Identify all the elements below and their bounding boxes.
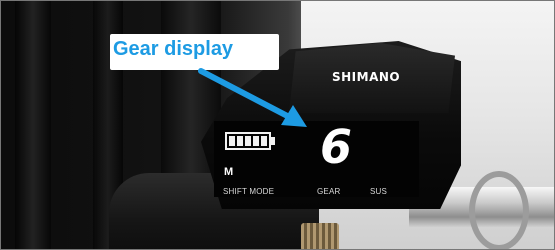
- battery-icon: [225, 132, 271, 150]
- handlebar-frame-left: [15, 1, 51, 249]
- gear-label: GEAR: [317, 187, 341, 196]
- shift-mode-indicator: M: [224, 166, 234, 178]
- battery-segment: [261, 136, 267, 146]
- shift-mode-label: SHIFT MODE: [223, 187, 275, 196]
- battery-segment: [237, 136, 243, 146]
- battery-segment: [253, 136, 259, 146]
- battery-segment: [229, 136, 235, 146]
- sus-label: SUS: [370, 187, 388, 196]
- chrome-ring: [469, 171, 529, 249]
- gear-number: 6: [320, 120, 353, 174]
- mount-bolt: [301, 223, 339, 249]
- brand-logo: SHIMANO: [332, 70, 401, 84]
- photo-scene: SHIMANO M 6 SHIFT MODE GEAR SUS Gear dis…: [0, 0, 555, 250]
- battery-segment: [245, 136, 251, 146]
- callout-label: Gear display: [113, 38, 234, 60]
- battery-tip: [271, 137, 275, 145]
